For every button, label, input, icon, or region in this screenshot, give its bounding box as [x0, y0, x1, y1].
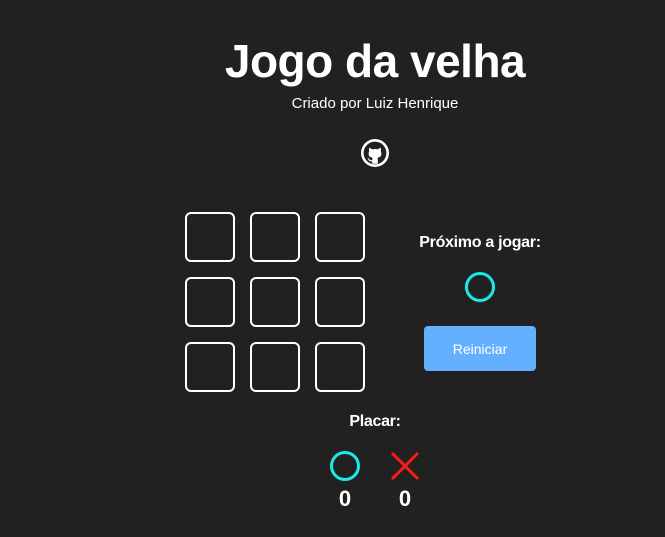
next-player-label: Próximo a jogar:	[419, 234, 541, 251]
game-page: Jogo da velha Criado por Luiz Henrique P…	[0, 0, 665, 537]
score-x-value: 0	[398, 486, 412, 511]
board-cell[interactable]	[185, 277, 235, 327]
game-board	[185, 212, 365, 392]
board-cell[interactable]	[185, 212, 235, 262]
github-icon[interactable]	[360, 138, 390, 168]
board-cell[interactable]	[250, 342, 300, 392]
restart-button[interactable]: Reiniciar	[424, 326, 536, 371]
board-cell[interactable]	[250, 277, 300, 327]
board-cell[interactable]	[315, 342, 365, 392]
cross-icon	[390, 451, 420, 481]
board-cell[interactable]	[315, 277, 365, 327]
circle-icon	[465, 272, 495, 302]
page-title: Jogo da velha	[224, 35, 526, 87]
board-cell[interactable]	[185, 342, 235, 392]
board-cell[interactable]	[315, 212, 365, 262]
circle-icon	[330, 451, 360, 481]
author-credit: Criado por Luiz Henrique	[291, 95, 459, 112]
score-label: Placar:	[349, 413, 401, 430]
board-cell[interactable]	[250, 212, 300, 262]
score-o-value: 0	[338, 486, 352, 511]
